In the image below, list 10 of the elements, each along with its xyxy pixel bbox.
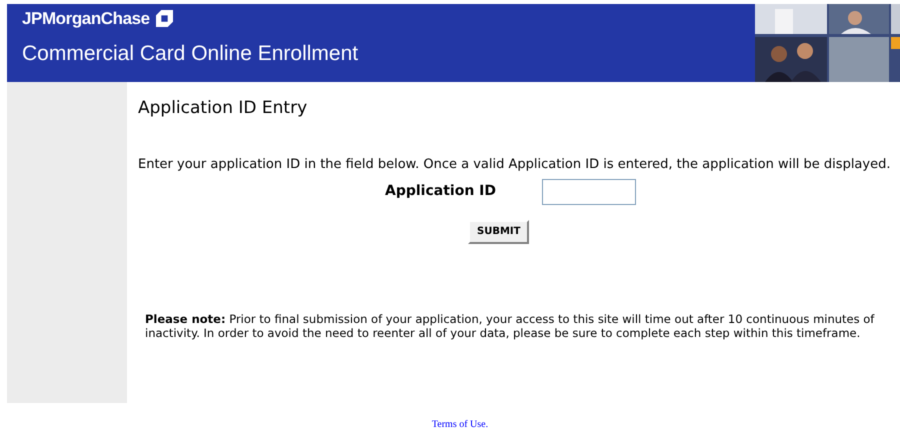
submit-button[interactable]: SUBMIT bbox=[468, 220, 530, 244]
terms-link[interactable]: Terms of Use. bbox=[432, 417, 488, 432]
field-label: Application ID bbox=[385, 182, 496, 201]
logo-icon bbox=[156, 10, 173, 28]
logo-text: JPMorganChase bbox=[22, 8, 150, 30]
instructions-text: Enter your application ID in the field below. Once a valid Application ID is entered, the application will be displayed. bbox=[138, 156, 892, 172]
application-id-field[interactable] bbox=[542, 178, 636, 204]
page-heading: Application ID Entry bbox=[138, 97, 308, 120]
banner-title: Commercial Card Online Enrollment bbox=[22, 40, 358, 66]
note-text: Please note: Prior to final submission of your application, your access to this site will time out after 10 continuous minutes of inactivity. In order to avoid the need to reenter all of your data, please be sure to complete each step within this timeframe. bbox=[145, 312, 876, 340]
